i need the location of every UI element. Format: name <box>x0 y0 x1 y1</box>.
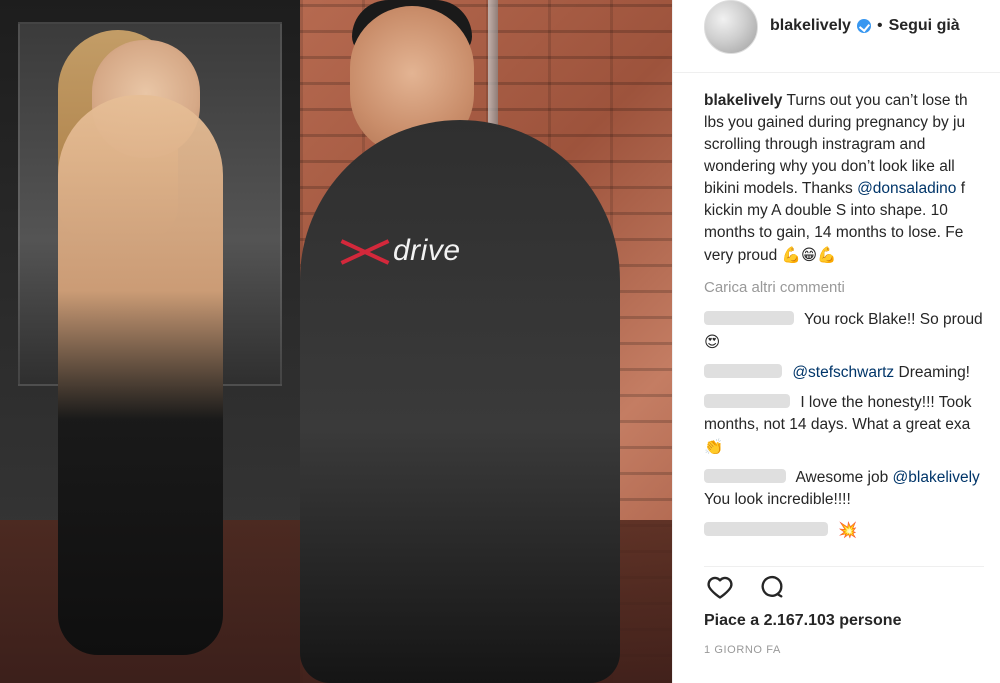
comment-text: Dreaming! <box>894 364 970 381</box>
caption-text-1: Turns out you can’t lose th <box>786 92 968 109</box>
caption-mention[interactable]: @donsaladino <box>857 180 956 197</box>
header-username[interactable]: blakelively <box>770 17 851 35</box>
shirt-logo-text: drive <box>393 234 461 267</box>
post-photo[interactable]: drive <box>0 0 672 683</box>
post-header: blakelively • Segui già <box>673 0 1000 73</box>
comment-text: You rock Blake!! So proud <box>804 311 983 328</box>
comment: You rock Blake!! So proud 😍 <box>704 309 1000 354</box>
like-button[interactable] <box>704 573 736 605</box>
comment: 💥 <box>704 519 1000 542</box>
caption-text-2: lbs you gained during pregnancy by ju <box>704 114 966 131</box>
comment: @stefschwartz Dreaming! <box>704 362 1000 384</box>
comment-emoji: 💥 <box>838 521 858 539</box>
header-user-row: blakelively • Segui già <box>770 14 960 38</box>
comment-emoji: 👏 <box>704 438 724 456</box>
blurred-username <box>704 394 790 408</box>
post-sidebar: blakelively • Segui già blakelively Turn… <box>672 0 1000 683</box>
caption: blakelively Turns out you can’t lose th … <box>704 90 1000 267</box>
caption-and-comments: blakelively Turns out you can’t lose th … <box>704 90 1000 550</box>
caption-emojis: 💪😁💪 <box>781 246 837 264</box>
caption-text-8: months to gain, 14 months to lose. Fe <box>704 224 964 241</box>
avatar[interactable] <box>704 0 758 54</box>
load-more-comments-button[interactable]: Carica altri commenti <box>704 277 1000 299</box>
caption-text-4: wondering why you don’t look like all <box>704 158 955 175</box>
comment-text-line-2: You look incredible!!!! <box>704 491 851 508</box>
blurred-username <box>704 364 782 378</box>
comment-button[interactable] <box>756 573 788 605</box>
comment-bubble-icon <box>758 573 786 606</box>
man <box>300 120 620 683</box>
comment-mention[interactable]: @blakelively <box>893 469 980 486</box>
blurred-username <box>704 469 786 483</box>
caption-text-7: kickin my A double S into shape. 10 <box>704 202 948 219</box>
blurred-username <box>704 311 794 325</box>
caption-text-6: f <box>956 180 966 197</box>
comment-emoji: 😍 <box>704 333 721 351</box>
blurred-username <box>704 522 828 536</box>
caption-username[interactable]: blakelively <box>704 92 782 109</box>
comment: Awesome job @blakelively You look incred… <box>704 467 1000 511</box>
instagram-post: drive blakelively • Segui già blakelivel… <box>0 0 1000 683</box>
comment-mention[interactable]: @stefschwartz <box>792 364 894 381</box>
separator-dot: • <box>876 17 883 34</box>
caption-text-9: very proud <box>704 247 782 264</box>
woman <box>58 95 223 655</box>
comment-text: Awesome job <box>795 469 893 486</box>
post-time: 1 GIORNO FA <box>704 644 781 656</box>
caption-text-5: bikini models. Thanks <box>704 180 858 197</box>
comment-text-line-1: I love the honesty!!! Took <box>800 394 972 411</box>
verified-icon <box>856 19 871 33</box>
comment: I love the honesty!!! Took months, not 1… <box>704 392 1000 459</box>
follow-status-button[interactable]: Segui già <box>889 17 960 35</box>
action-bar <box>704 566 984 603</box>
likes-count[interactable]: Piace a 2.167.103 persone <box>704 612 901 630</box>
shirt-logo: drive <box>335 230 485 274</box>
caption-text-3: scrolling through instragram and <box>704 136 926 153</box>
shirt-logo-x-mark <box>335 240 395 264</box>
heart-icon <box>706 573 734 606</box>
comment-text-line-2: months, not 14 days. What a great exa <box>704 416 971 433</box>
